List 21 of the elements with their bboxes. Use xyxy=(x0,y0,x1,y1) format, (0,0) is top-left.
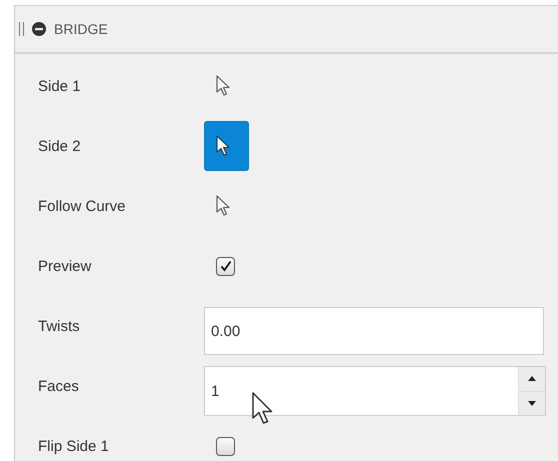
field-label: Preview xyxy=(37,258,92,274)
field-label: Follow Curve xyxy=(37,198,127,214)
field-label: Side 2 xyxy=(37,138,82,154)
checkbox[interactable] xyxy=(216,256,235,276)
mouse-pointer-icon xyxy=(251,392,275,426)
input-field[interactable]: 0.00 xyxy=(204,307,544,355)
checkbox[interactable] xyxy=(216,436,235,456)
panel-title: BRIDGE xyxy=(54,21,108,37)
field-label: Side 1 xyxy=(37,78,82,94)
field-label: Twists xyxy=(37,318,81,334)
checkmark-icon xyxy=(218,259,232,273)
field-label: Flip Side 1 xyxy=(37,438,110,454)
grip-icon[interactable] xyxy=(19,22,24,36)
collapse-icon[interactable] xyxy=(32,22,46,36)
arrow-pointer-icon xyxy=(214,135,230,157)
arrow-pointer-icon xyxy=(214,75,230,97)
input-field[interactable]: 1 xyxy=(204,366,518,416)
arrow-pointer-icon xyxy=(214,195,230,217)
panel-header[interactable]: BRIDGE xyxy=(15,6,558,54)
selection-button[interactable] xyxy=(204,121,249,171)
field-label: Faces xyxy=(37,378,80,394)
